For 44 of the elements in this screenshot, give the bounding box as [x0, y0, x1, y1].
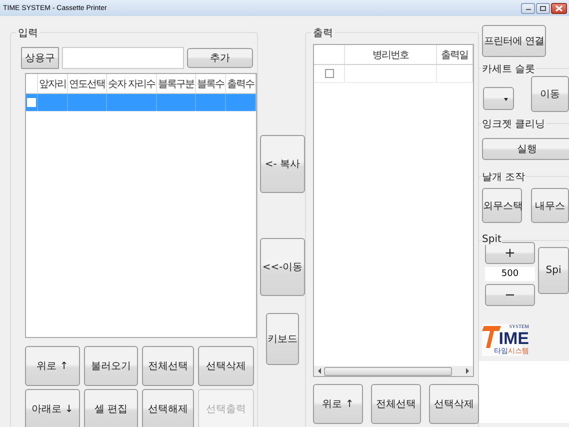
connect-button[interactable]: 프린터에 연결 [482, 25, 546, 57]
transfer-button[interactable]: <<-이동 [260, 238, 305, 296]
stack-button[interactable]: 내무스 [531, 188, 569, 223]
maximize-icon[interactable] [536, 2, 550, 14]
group-title: 출력 [311, 26, 335, 40]
group-title: 날개 조작 [481, 170, 526, 184]
transfer-button[interactable]: 키보드 [266, 313, 299, 365]
action-button[interactable]: 셀 편집 [84, 389, 138, 427]
action-button[interactable]: 위로 ↑ [25, 346, 80, 386]
caret-icon [504, 98, 508, 102]
slot-dropdown[interactable] [483, 87, 514, 110]
table-row[interactable] [26, 94, 256, 112]
group-title: 입력 [16, 26, 40, 40]
stack-button[interactable]: 외무스택 [482, 188, 522, 223]
action-button[interactable]: 아래로 ↓ [25, 389, 80, 427]
minus-button[interactable]: − [485, 284, 535, 306]
action-button[interactable]: 위로 ↑ [313, 384, 363, 424]
header-cell [314, 45, 345, 64]
phrase-input[interactable] [62, 47, 184, 69]
close-icon[interactable] [551, 2, 567, 14]
action-button[interactable]: 전체선택 [371, 384, 421, 424]
spit-amount-field[interactable]: 500 [485, 267, 535, 281]
group-title: Spit [481, 234, 502, 245]
action-button[interactable]: 선택해제 [142, 389, 194, 427]
action-button[interactable]: 전체선택 [142, 346, 194, 386]
transfer-button[interactable]: <- 복사 [260, 135, 305, 193]
action-button[interactable]: 선택삭제 [429, 384, 479, 424]
minimize-icon[interactable] [521, 2, 535, 14]
action-button[interactable]: 불러오기 [84, 346, 138, 386]
move-button[interactable]: 이동 [530, 76, 569, 112]
group-title: 잉크젯 클리닝 [481, 117, 546, 131]
phrase-button[interactable]: 상용구 [21, 47, 59, 69]
column-header[interactable]: 출력일 [436, 45, 472, 64]
add-button[interactable]: 추가 [187, 48, 253, 68]
spit-button[interactable]: Spi [538, 247, 569, 294]
run-button[interactable]: 실행 [482, 138, 569, 160]
row-checkbox[interactable] [324, 69, 334, 78]
logo-text: IME [498, 331, 529, 347]
table-row[interactable] [314, 64, 472, 82]
plus-button[interactable]: + [485, 242, 535, 264]
action-button[interactable]: 선택삭제 [198, 346, 254, 386]
column-header[interactable]: 병리번호 [344, 45, 436, 64]
group-title: 카세트 슬롯 [481, 62, 536, 76]
horizontal-scrollbar[interactable] [314, 366, 473, 376]
